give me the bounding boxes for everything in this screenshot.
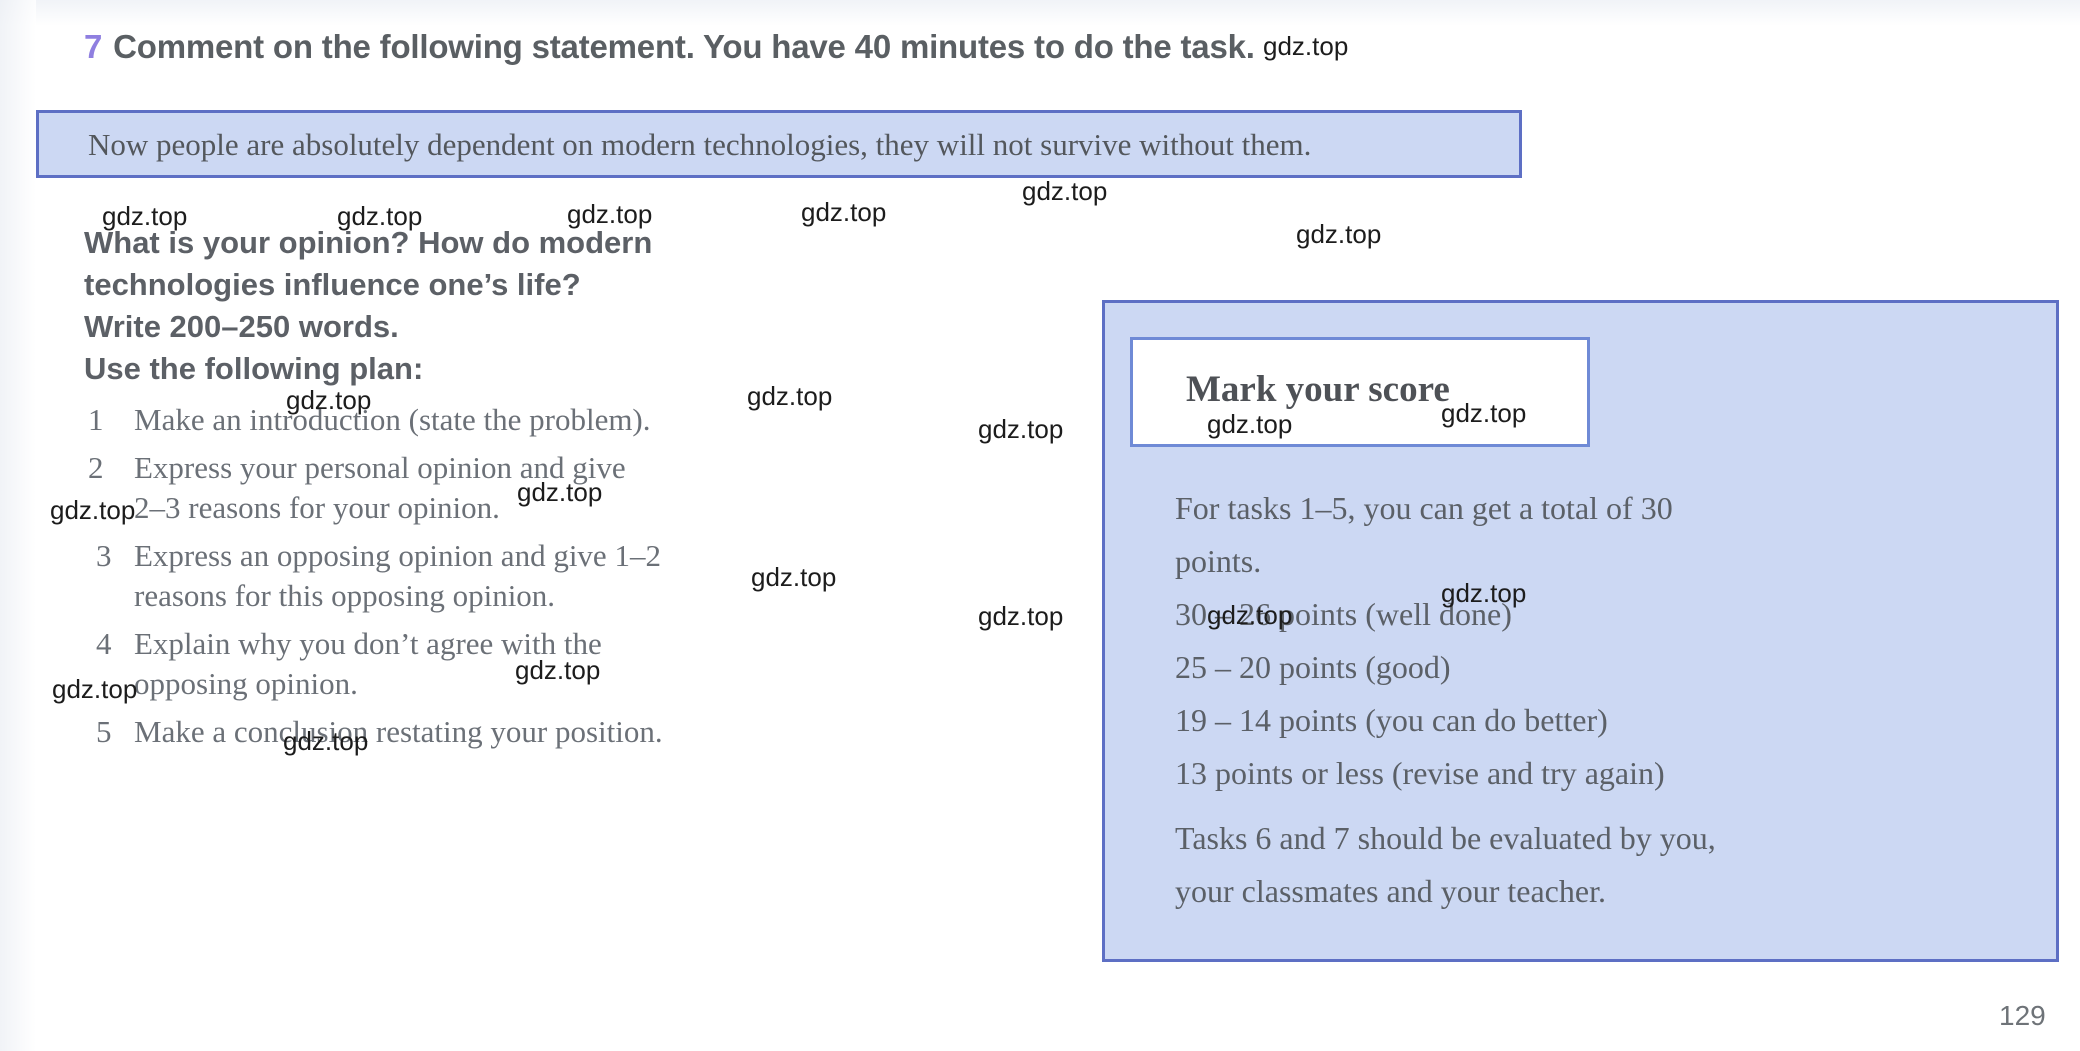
plan-item-line: reasons for this opposing opinion. bbox=[134, 578, 556, 613]
prompt-block: What is your opinion? How do modern tech… bbox=[84, 222, 744, 390]
score-spacer bbox=[1175, 800, 2003, 812]
plan-item-line-text: Explain why you don’t agree with the bbox=[134, 626, 602, 661]
prompt-line-4: Use the following plan: bbox=[84, 351, 424, 386]
scan-shading-top bbox=[0, 0, 2080, 26]
score-band: 25 – 20 points (good) bbox=[1175, 649, 1451, 685]
score-footer-line-1: Tasks 6 and 7 should be evaluated by you… bbox=[1175, 812, 2003, 865]
plan-item: 2 Express your personal opinion and give… bbox=[78, 448, 768, 528]
plan-item-body: Make a conclusion restating your positio… bbox=[134, 712, 768, 752]
plan-item-line: 2–3 reasons for your opinion. bbox=[134, 490, 500, 525]
task-heading-text: Comment on the following statement. You … bbox=[113, 28, 1255, 65]
plan-item-number: 3 bbox=[96, 538, 112, 573]
score-footer-line-1-text: Tasks 6 and 7 should be evaluated by you… bbox=[1175, 820, 1716, 856]
plan-item-line: Express your personal opinion and give bbox=[134, 448, 768, 488]
score-intro-line-1-text: For tasks 1–5, you can get a total of 30 bbox=[1175, 490, 1673, 526]
task-heading: 7 Comment on the following statement. You… bbox=[84, 28, 1255, 66]
plan-item-number: 5 bbox=[96, 714, 112, 749]
plan-item-line: Explain why you don’t agree with the bbox=[134, 624, 768, 664]
score-body: For tasks 1–5, you can get a total of 30… bbox=[1175, 482, 2003, 918]
page-number: 129 bbox=[1999, 1000, 2046, 1031]
plan-list: 1 Make an introduction (state the proble… bbox=[78, 400, 768, 760]
plan-item-number: 2 bbox=[88, 450, 104, 485]
mark-your-score-title: Mark your score bbox=[1186, 369, 1450, 410]
watermark: gdz.top bbox=[1296, 219, 1382, 249]
score-intro-line-2: points. bbox=[1175, 543, 1262, 579]
plan-item: 3 Express an opposing opinion and give 1… bbox=[78, 536, 768, 616]
prompt-line-3: Write 200–250 words. bbox=[84, 309, 399, 344]
plan-item: 5 Make a conclusion restating your posit… bbox=[78, 712, 768, 752]
watermark: gdz.top bbox=[1263, 31, 1349, 61]
plan-item: 4 Explain why you don’t agree with the o… bbox=[78, 624, 768, 704]
watermark: gdz.top bbox=[801, 197, 887, 227]
plan-item-number: 1 bbox=[88, 402, 104, 437]
task-number: 7 bbox=[84, 28, 103, 65]
prompt-line-2: technologies influence one’s life? bbox=[84, 267, 581, 302]
plan-item-body: Express an opposing opinion and give 1–2… bbox=[134, 536, 768, 616]
plan-item-line: Make an introduction (state the problem)… bbox=[134, 402, 651, 437]
score-band: 30 – 26 points (well done) bbox=[1175, 596, 1512, 632]
scan-shading-left bbox=[0, 0, 36, 1051]
score-band: 19 – 14 points (you can do better) bbox=[1175, 702, 1608, 738]
plan-item-line: Make a conclusion restating your positio… bbox=[134, 714, 663, 749]
plan-item-number: 4 bbox=[96, 626, 112, 661]
plan-item-line: Express an opposing opinion and give 1–2 bbox=[134, 538, 661, 573]
textbook-page: 7 Comment on the following statement. You… bbox=[0, 0, 2080, 1051]
score-intro-line-1: For tasks 1–5, you can get a total of 30 bbox=[1175, 482, 2003, 535]
score-footer-line-2: your classmates and your teacher. bbox=[1175, 873, 1606, 909]
plan-item-line-text: Express your personal opinion and give bbox=[134, 450, 626, 485]
plan-item-body: Express your personal opinion and give 2… bbox=[134, 448, 768, 528]
watermark: gdz.top bbox=[1022, 176, 1108, 206]
statement-text: Now people are absolutely dependent on m… bbox=[88, 127, 1312, 162]
plan-item-line: opposing opinion. bbox=[134, 666, 358, 701]
prompt-line-1: What is your opinion? How do modern bbox=[84, 225, 653, 260]
watermark: gdz.top bbox=[978, 414, 1064, 444]
plan-item-body: Explain why you don’t agree with the opp… bbox=[134, 624, 768, 704]
watermark: gdz.top bbox=[978, 601, 1064, 631]
plan-item-body: Make an introduction (state the problem)… bbox=[134, 400, 768, 440]
score-band: 13 points or less (revise and try again) bbox=[1175, 755, 1665, 791]
plan-item: 1 Make an introduction (state the proble… bbox=[78, 400, 768, 440]
